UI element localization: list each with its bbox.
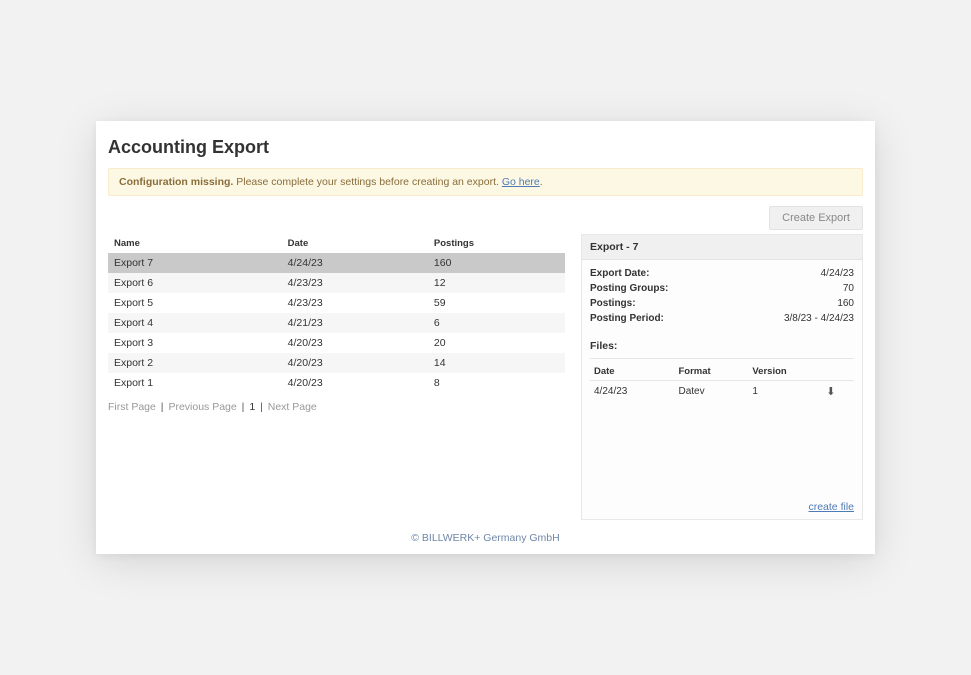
page-content: Accounting Export Configuration missing.… (96, 121, 875, 524)
kv-posting-groups: Posting Groups: 70 (590, 281, 854, 296)
app-window: Accounting Export Configuration missing.… (96, 121, 875, 554)
v-postings: 160 (837, 298, 854, 309)
detail-body: Export Date: 4/24/23 Posting Groups: 70 … (582, 260, 862, 495)
cell-postings: 20 (428, 333, 565, 353)
cell-postings: 6 (428, 313, 565, 333)
col-postings: Postings (428, 234, 565, 253)
pager-first[interactable]: First Page (108, 401, 156, 413)
files-col-action (822, 363, 854, 381)
pager-current: 1 (249, 401, 255, 413)
toolbar: Create Export (108, 206, 863, 230)
cell-name: Export 7 (108, 253, 282, 273)
v-export-date: 4/24/23 (821, 268, 854, 279)
download-icon[interactable]: ⬇ (826, 386, 835, 398)
files-col-format: Format (674, 363, 748, 381)
pager-sep: | (260, 401, 263, 413)
cell-date: 4/23/23 (282, 293, 428, 313)
table-row[interactable]: Export 24/20/2314 (108, 353, 565, 373)
kv-export-date: Export Date: 4/24/23 (590, 266, 854, 281)
export-detail-panel: Export - 7 Export Date: 4/24/23 Posting … (581, 234, 863, 520)
cell-postings: 14 (428, 353, 565, 373)
file-row: 4/24/23Datev1 ⬇ (590, 381, 854, 403)
table-row[interactable]: Export 54/23/2359 (108, 293, 565, 313)
export-list-panel: Name Date Postings Export 74/24/23160Exp… (108, 234, 565, 520)
exports-table: Name Date Postings Export 74/24/23160Exp… (108, 234, 565, 393)
footer-copyright: © BILLWERK+ Germany GmbH (96, 524, 875, 554)
page-title: Accounting Export (108, 137, 863, 158)
v-posting-period: 3/8/23 - 4/24/23 (784, 313, 854, 324)
cell-postings: 160 (428, 253, 565, 273)
pager: First Page | Previous Page | 1 | Next Pa… (108, 401, 565, 413)
main-split: Name Date Postings Export 74/24/23160Exp… (108, 234, 863, 520)
k-postings: Postings: (590, 298, 636, 309)
table-row[interactable]: Export 14/20/238 (108, 373, 565, 393)
cell-date: 4/20/23 (282, 333, 428, 353)
pager-sep: | (161, 401, 164, 413)
create-export-button[interactable]: Create Export (769, 206, 863, 230)
file-cell-date: 4/24/23 (590, 381, 674, 403)
files-table: Date Format Version 4/24/23Datev1 ⬇ (590, 363, 854, 402)
cell-name: Export 5 (108, 293, 282, 313)
k-posting-groups: Posting Groups: (590, 283, 668, 294)
cell-postings: 8 (428, 373, 565, 393)
cell-name: Export 6 (108, 273, 282, 293)
table-row[interactable]: Export 34/20/2320 (108, 333, 565, 353)
exports-table-header-row: Name Date Postings (108, 234, 565, 253)
pager-prev[interactable]: Previous Page (168, 401, 236, 413)
create-file-link[interactable]: create file (808, 501, 854, 513)
cell-postings: 59 (428, 293, 565, 313)
file-download-cell: ⬇ (822, 381, 854, 403)
file-cell-version: 1 (748, 381, 822, 403)
cell-date: 4/21/23 (282, 313, 428, 333)
files-heading: Files: (590, 340, 854, 352)
cell-name: Export 2 (108, 353, 282, 373)
detail-title: Export - 7 (582, 235, 862, 260)
cell-name: Export 1 (108, 373, 282, 393)
cell-date: 4/20/23 (282, 353, 428, 373)
cell-postings: 12 (428, 273, 565, 293)
cell-date: 4/20/23 (282, 373, 428, 393)
table-row[interactable]: Export 74/24/23160 (108, 253, 565, 273)
col-name: Name (108, 234, 282, 253)
cell-date: 4/24/23 (282, 253, 428, 273)
alert-after: . (540, 176, 543, 188)
kv-posting-period: Posting Period: 3/8/23 - 4/24/23 (590, 311, 854, 326)
v-posting-groups: 70 (843, 283, 854, 294)
create-file-row: create file (582, 495, 862, 519)
pager-sep: | (242, 401, 245, 413)
file-cell-format: Datev (674, 381, 748, 403)
files-divider (590, 358, 854, 359)
k-posting-period: Posting Period: (590, 313, 664, 324)
alert-bold: Configuration missing. (119, 176, 233, 188)
pager-next[interactable]: Next Page (268, 401, 317, 413)
cell-name: Export 3 (108, 333, 282, 353)
col-date: Date (282, 234, 428, 253)
table-row[interactable]: Export 44/21/236 (108, 313, 565, 333)
cell-name: Export 4 (108, 313, 282, 333)
files-col-version: Version (748, 363, 822, 381)
kv-postings: Postings: 160 (590, 296, 854, 311)
files-table-header-row: Date Format Version (590, 363, 854, 381)
alert-text: Please complete your settings before cre… (233, 176, 501, 188)
alert-go-here-link[interactable]: Go here (502, 176, 540, 188)
k-export-date: Export Date: (590, 268, 649, 279)
files-col-date: Date (590, 363, 674, 381)
config-missing-alert: Configuration missing. Please complete y… (108, 168, 863, 196)
cell-date: 4/23/23 (282, 273, 428, 293)
table-row[interactable]: Export 64/23/2312 (108, 273, 565, 293)
